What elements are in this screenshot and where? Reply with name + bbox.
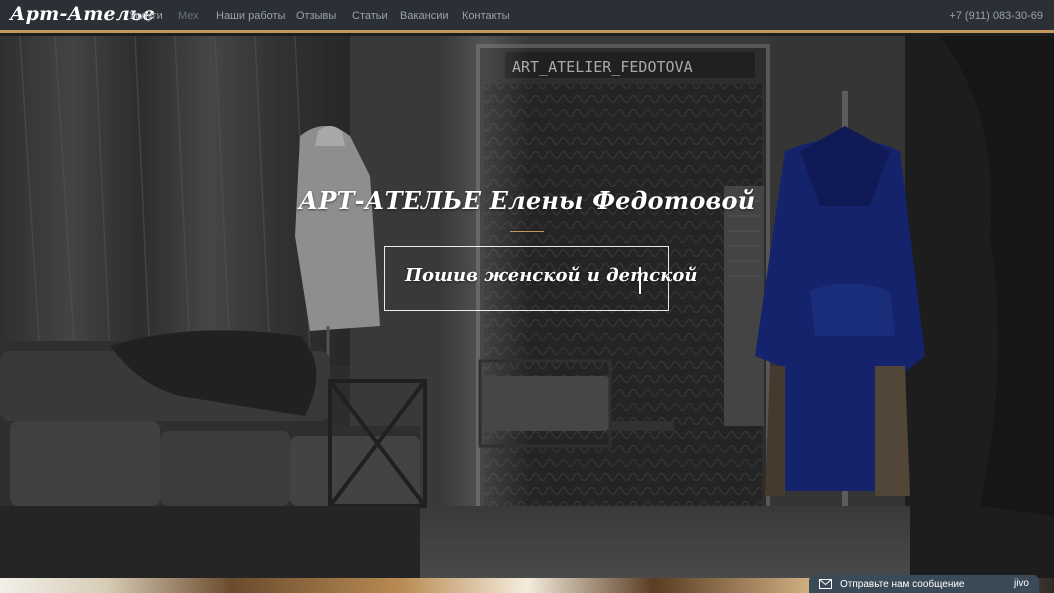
phone-number[interactable]: +7 (911) 083-30-69 bbox=[949, 10, 1043, 22]
nav-item-vacancies[interactable]: Вакансии bbox=[400, 10, 449, 22]
nav-item-fur[interactable]: Мех bbox=[178, 10, 199, 22]
hero-typed-text: Пошив женской и детской bbox=[405, 265, 698, 286]
nav-item-services[interactable]: Услуги bbox=[129, 10, 163, 22]
jivo-brand: jivo bbox=[1013, 578, 1029, 589]
chat-widget[interactable]: Отправьте нам сообщение jivo bbox=[809, 575, 1039, 593]
nav-item-our-works[interactable]: Наши работы bbox=[216, 10, 285, 22]
hero-title: АРТ-АТЕЛЬЕ Елены Федотовой bbox=[298, 186, 756, 215]
nav-item-articles[interactable]: Статьи bbox=[352, 10, 388, 22]
typing-cursor bbox=[639, 267, 641, 294]
top-navbar: Арт-Ателье Услуги Мех Наши работы Отзывы… bbox=[0, 0, 1054, 33]
hero-divider bbox=[510, 231, 544, 232]
nav-item-reviews[interactable]: Отзывы bbox=[296, 10, 336, 22]
envelope-icon bbox=[819, 579, 832, 589]
hero-section: ART_ATELIER_FEDOTOVA АРТ-АТЕЛЬЕ Елены Фе… bbox=[0, 36, 1054, 578]
chat-widget-label: Отправьте нам сообщение bbox=[840, 578, 965, 590]
nav-item-contacts[interactable]: Контакты bbox=[462, 10, 510, 22]
hero-typed-text-box: Пошив женской и детской bbox=[384, 246, 697, 311]
